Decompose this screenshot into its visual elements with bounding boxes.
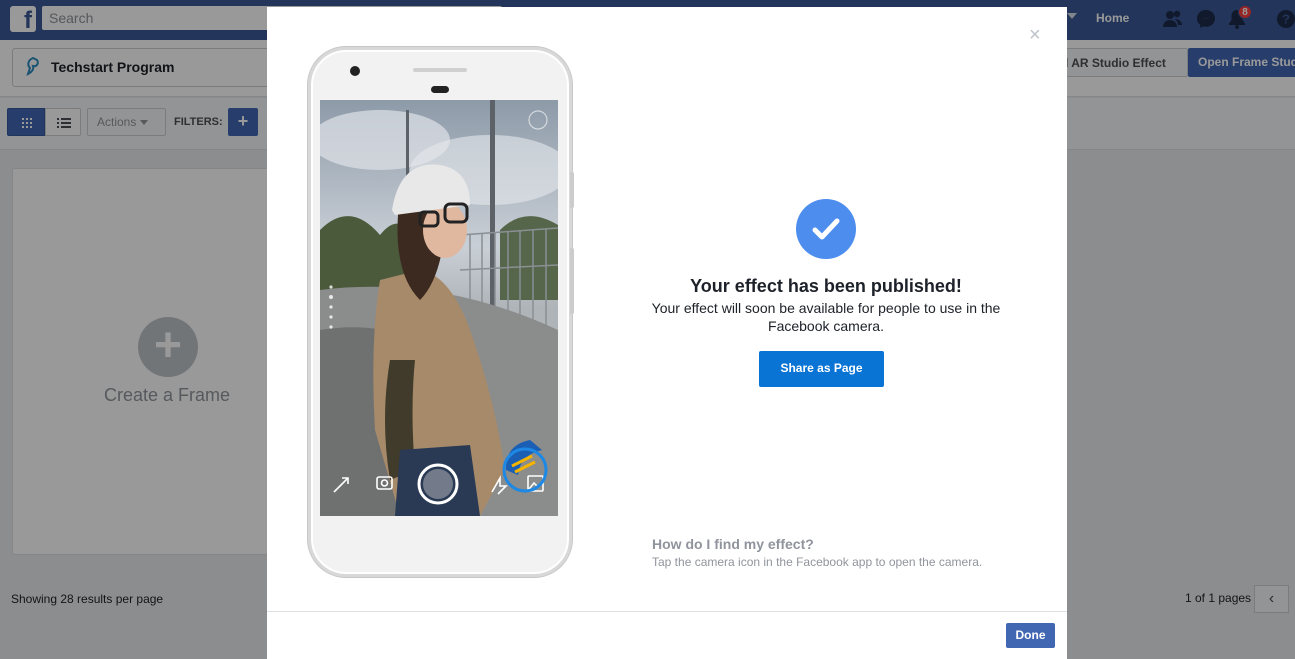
- phone-side-button: [570, 248, 574, 314]
- help-heading: How do I find my effect?: [652, 536, 814, 552]
- share-as-page-button[interactable]: Share as Page: [759, 351, 884, 387]
- done-button[interactable]: Done: [1006, 623, 1055, 648]
- help-text: Tap the camera icon in the Facebook app …: [652, 555, 983, 569]
- publish-success-dialog: × Your effect has been published! Your e…: [267, 7, 1067, 659]
- phone-sensor: [431, 86, 449, 93]
- phone-speaker: [413, 68, 467, 72]
- front-camera-dot: [350, 66, 360, 76]
- dialog-description: Your effect will soon be available for p…: [651, 300, 1001, 334]
- close-icon[interactable]: ×: [1029, 25, 1041, 45]
- camera-preview-image: [320, 100, 558, 516]
- camera-preview: [320, 100, 558, 516]
- dialog-footer: [267, 611, 1067, 659]
- dialog-title: Your effect has been published!: [690, 276, 962, 296]
- success-check-icon: [796, 199, 856, 259]
- phone-side-button: [570, 172, 574, 208]
